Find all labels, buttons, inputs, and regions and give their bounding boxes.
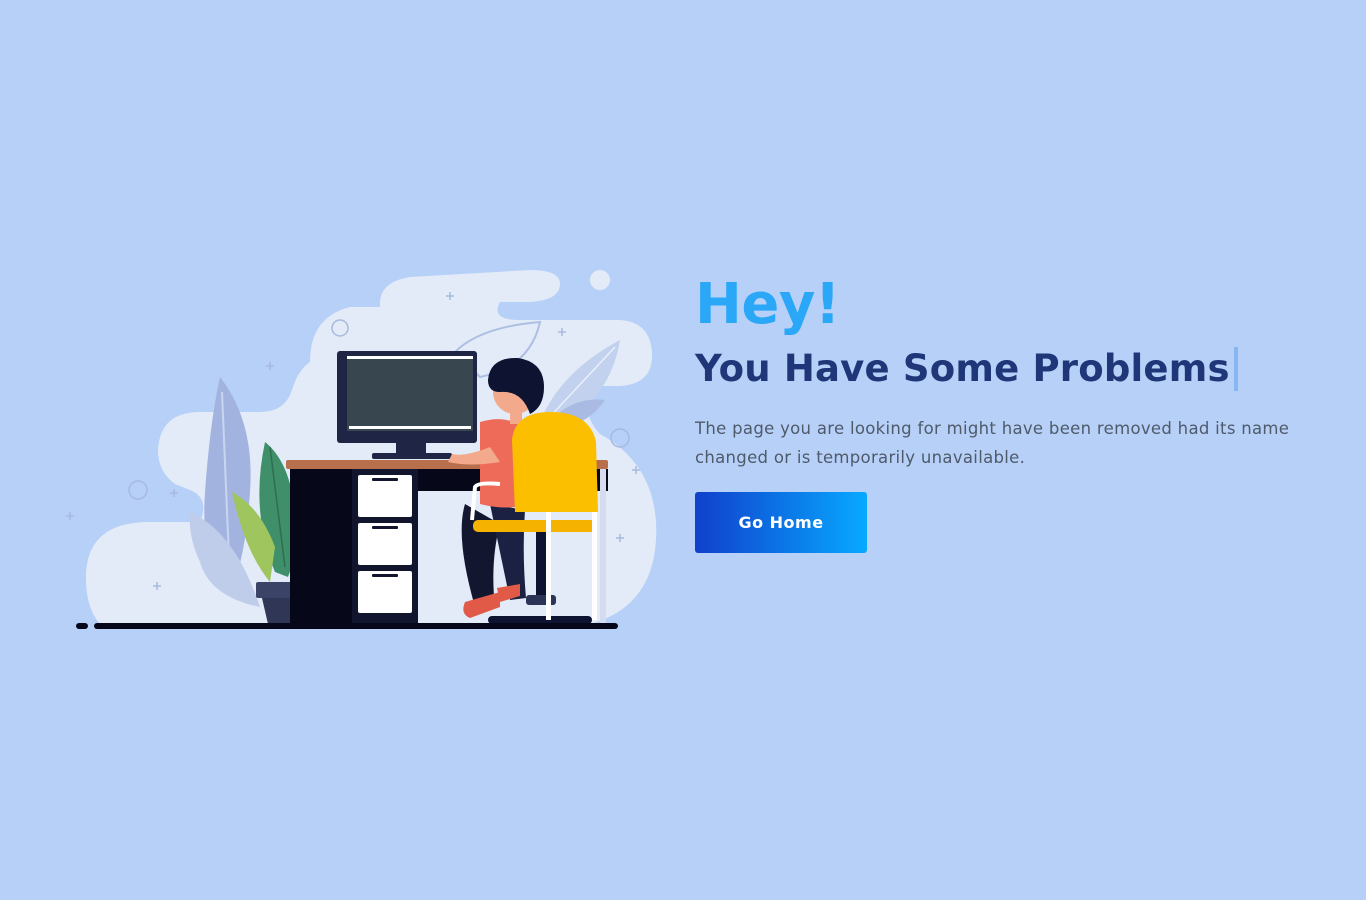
error-title: You Have Some Problems: [695, 344, 1335, 394]
floor-line: [76, 623, 618, 629]
text-cursor: [1233, 347, 1238, 391]
person-at-desk-illustration: [66, 270, 657, 629]
error-title-text: You Have Some Problems: [695, 347, 1230, 390]
greeting-heading: Hey!: [695, 272, 840, 337]
error-content: Hey! You Have Some Problems The page you…: [695, 272, 1335, 553]
error-description: The page you are looking for might have …: [695, 419, 1290, 467]
go-home-button[interactable]: Go Home: [695, 492, 867, 553]
computer-monitor: [337, 351, 477, 459]
error-page: Hey! You Have Some Problems The page you…: [0, 0, 1366, 900]
